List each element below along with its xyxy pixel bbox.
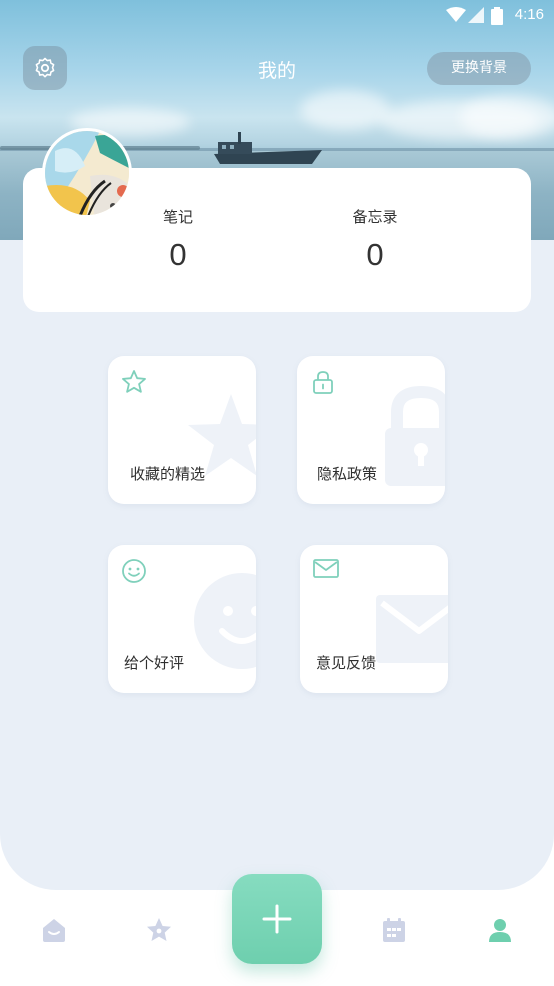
privacy-policy-label: 隐私政策 <box>317 465 378 483</box>
nav-profile[interactable] <box>484 914 516 946</box>
privacy-policy-tile[interactable]: 隐私政策 <box>297 356 445 504</box>
add-button[interactable] <box>232 874 322 964</box>
plus-icon <box>262 904 292 934</box>
change-background-button[interactable]: 更换背景 <box>427 52 531 85</box>
calendar-icon <box>383 918 405 942</box>
nav-favorites[interactable] <box>143 914 175 946</box>
notes-stat-label: 笔记 <box>162 208 193 226</box>
star-icon <box>147 918 171 941</box>
feedback-label: 意见反馈 <box>316 654 377 672</box>
content-panel <box>0 240 554 890</box>
notes-stat[interactable]: 笔记 0 <box>118 206 238 273</box>
status-time: 4:16 <box>514 6 544 23</box>
battery-icon <box>491 7 503 25</box>
notes-stat-count: 0 <box>169 237 187 272</box>
smile-icon <box>122 559 146 583</box>
mail-watermark-icon <box>376 595 448 663</box>
lock-watermark-icon <box>385 386 445 486</box>
user-icon <box>489 919 511 942</box>
rate-app-label: 给个好评 <box>124 654 185 672</box>
wifi-icon <box>446 7 466 22</box>
nav-home[interactable] <box>38 914 70 946</box>
boat-silhouette <box>214 132 322 164</box>
nav-calendar[interactable] <box>378 914 410 946</box>
lock-icon <box>313 371 333 394</box>
favorites-tile[interactable]: 收藏的精选 <box>108 356 256 504</box>
rate-app-tile[interactable]: 给个好评 <box>108 545 256 693</box>
memo-stat-count: 0 <box>366 237 384 272</box>
star-icon <box>122 370 146 393</box>
feedback-tile[interactable]: 意见反馈 <box>300 545 448 693</box>
home-icon <box>43 919 65 942</box>
cell-signal-icon <box>468 7 484 23</box>
mail-icon <box>313 559 339 578</box>
avatar[interactable] <box>42 128 132 218</box>
smile-watermark-icon <box>194 573 256 669</box>
status-bar: 4:16 <box>0 0 554 32</box>
favorites-label: 收藏的精选 <box>130 465 206 483</box>
memo-stat-label: 备忘录 <box>352 208 398 226</box>
memo-stat[interactable]: 备忘录 0 <box>315 206 435 273</box>
